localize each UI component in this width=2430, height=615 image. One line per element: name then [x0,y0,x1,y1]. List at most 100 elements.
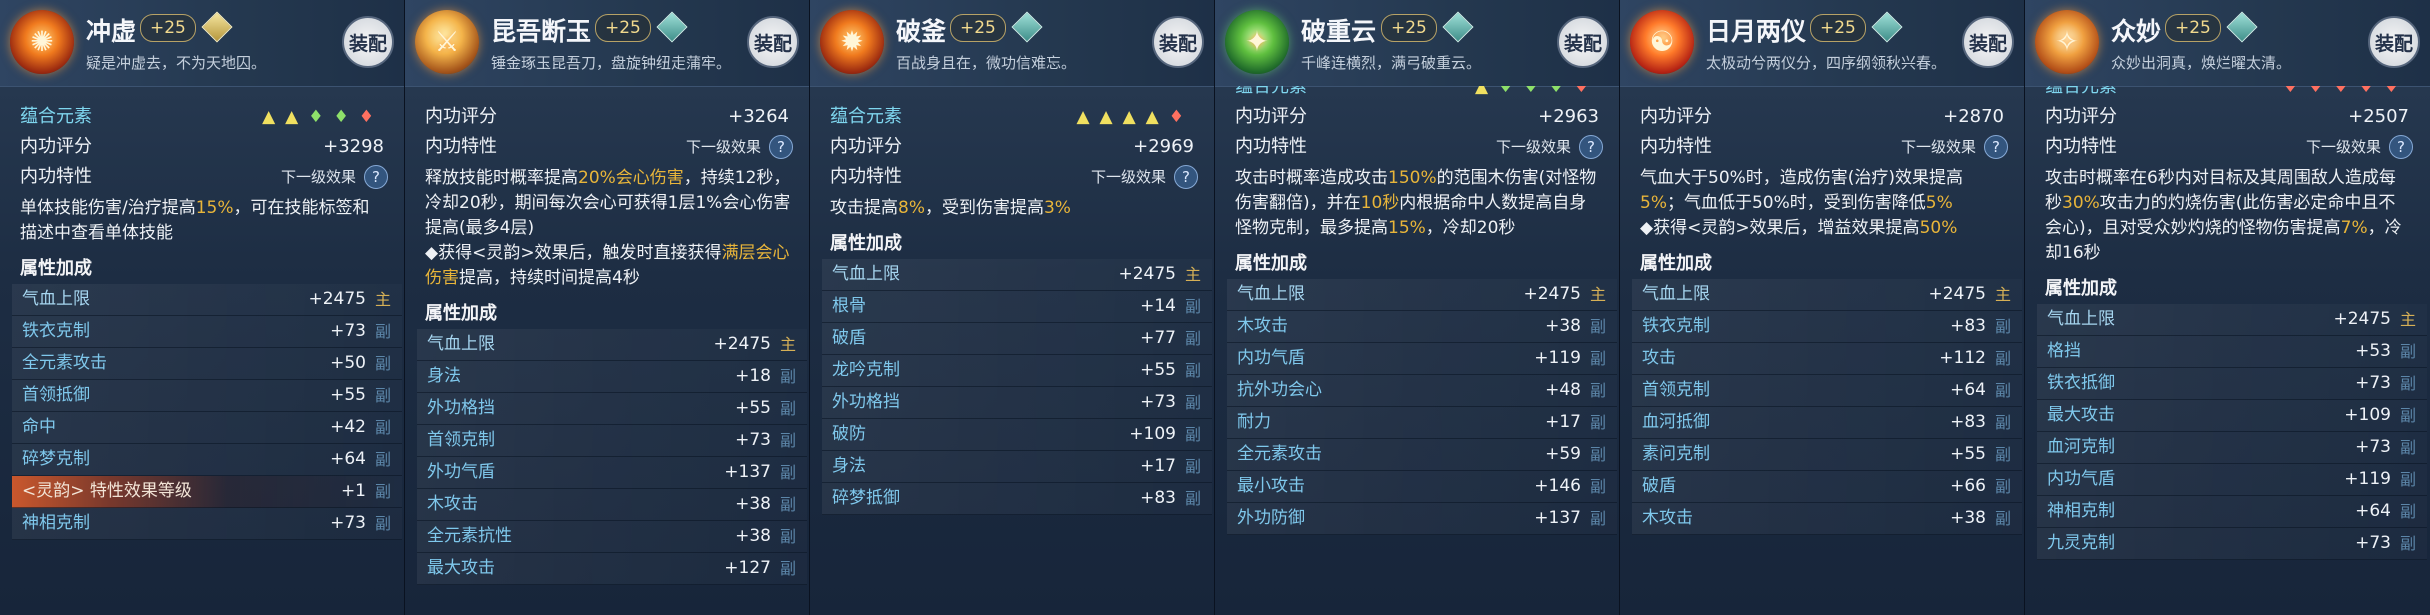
next-effect-link[interactable]: 下一级效果 [281,162,356,192]
attr-row: 身法 +18 副 [417,361,807,393]
desc-highlight: 30% [2062,193,2100,213]
attr-row: 气血上限 +2475 主 [1227,279,1617,311]
help-icon[interactable]: ? [769,135,793,159]
neigong-name: 众妙 [2111,17,2162,46]
attr-tag-main: 主 [1589,285,1606,304]
attr-row: 首领克制 +73 副 [417,425,807,457]
help-icon[interactable]: ? [2389,135,2413,159]
attr-value: +64 [330,449,366,469]
attr-value: +38 [1545,316,1581,336]
attr-name: 身法 [832,456,866,476]
attr-name: 铁衣抵御 [2047,373,2115,393]
attr-tag-sub: 副 [1994,509,2011,528]
trait-description: 攻击时概率造成攻击150%的范围木伤害(对怪物伤害翻倍)，并在10秒内根据命中人… [1235,166,1607,241]
trait-description: 攻击时概率在6秒内对目标及其周围敌人造成每秒30%攻击力的灼烧伤害(此伤害必定命… [2045,166,2417,266]
attr-name: 全元素攻击 [1237,444,1322,464]
neigong-quote: 众妙出洞真，焕烂曜太清。 [2111,54,2292,72]
attr-name: 气血上限 [427,334,495,354]
neigong-icon: ✦ [1225,10,1289,74]
neigong-quote: 太极动兮两仪分，四序纲领秋兴春。 [1706,54,1947,72]
desc-highlight: 5% [1925,193,1953,213]
attr-value: +73 [1140,392,1176,412]
attr-name: 最大攻击 [2047,405,2115,425]
card-header: ✧ 众妙 +25 众妙出洞真，焕烂曜太清。 装配 [2025,0,2430,87]
help-icon[interactable]: ? [364,165,388,189]
desc-highlight: 20%会心伤害 [578,168,684,188]
attr-value: +48 [1545,380,1581,400]
attr-name: 格挡 [2047,341,2081,361]
element-row: 蕴合元素 ▲♦♦♦♦ [1235,86,1607,102]
desc-highlight: 15% [1388,218,1426,238]
attr-name: 身法 [427,366,461,386]
attr-tag-sub: 副 [1589,317,1606,336]
equip-button[interactable]: 装配 [1152,16,1204,68]
trait-label: 内功特性 [2045,136,2117,157]
neigong-quote: 锤金琢玉昆吾刀，盘旋钟纽走蒲牢。 [491,54,732,72]
help-icon[interactable]: ? [1579,135,1603,159]
desc-text: 单体技能伤害/治疗提高 [20,198,196,218]
neigong-icon: ✺ [10,10,74,74]
attr-name: 血河克制 [2047,437,2115,457]
neigong-quote: 千峰连横烈，满弓破重云。 [1301,54,1482,72]
level-badge: +25 [950,14,1006,42]
trait-row: 内功特性 下一级效果 ? [1235,132,1607,162]
attr-tag-sub: 副 [1994,477,2011,496]
attr-row: 铁衣抵御 +73 副 [2037,368,2427,400]
attr-name: 破盾 [832,328,866,348]
desc-highlight: 10秒 [1360,193,1400,213]
trait-row: 内功特性 下一级效果 ? [830,162,1202,192]
attr-row: 气血上限 +2475 主 [417,329,807,361]
attr-name: 耐力 [1237,412,1271,432]
attr-tag-sub: 副 [1184,425,1201,444]
attr-name: 血河抵御 [1642,412,1710,432]
neigong-icon: ✧ [2035,10,2099,74]
attr-value: +83 [1950,316,1986,336]
next-effect-link[interactable]: 下一级效果 [1091,162,1166,192]
equip-button[interactable]: 装配 [2368,16,2420,68]
desc-text: ；气血低于50%时，受到伤害降低 [1666,193,1926,213]
next-effect-link[interactable]: 下一级效果 [1496,132,1571,162]
sun-moon-icon: ☯ [1649,25,1675,58]
next-effect-link[interactable]: 下一级效果 [686,132,761,162]
help-icon[interactable]: ? [1984,135,2008,159]
desc-highlight: 150% [1388,168,1437,188]
attr-value: +2475 [1118,264,1176,284]
attr-section-title: 属性加成 [425,303,497,324]
attr-value: +38 [735,526,771,546]
element-label: 蕴合元素 [2045,86,2117,97]
element-row-clipped: 蕴合元素 ▲♦♦♦♦ [1235,86,1607,102]
attr-name: 全元素攻击 [22,353,107,373]
attr-tag-sub: 副 [2399,342,2416,361]
score-label: 内功评分 [830,136,902,157]
attr-tag-sub: 副 [2399,502,2416,521]
attr-value: +55 [1950,444,1986,464]
attr-row: 身法 +17 副 [822,451,1212,483]
neigong-name: 昆吾断玉 [491,17,592,46]
attr-value: +127 [724,558,771,578]
attr-row: 神相克制 +64 副 [2037,496,2427,528]
attr-tag-sub: 副 [374,482,391,501]
attr-row: 龙吟克制 +55 副 [822,355,1212,387]
equip-button[interactable]: 装配 [747,16,799,68]
attr-value: +119 [1534,348,1581,368]
element-icons: ▲♦♦♦♦ [1474,86,1599,97]
attr-name: 首领克制 [1642,380,1710,400]
equip-button[interactable]: 装配 [1962,16,2014,68]
attr-row: 气血上限 +2475 主 [12,284,402,316]
help-icon[interactable]: ? [1174,165,1198,189]
scroll-icon: ✧ [2055,25,2079,58]
equip-button[interactable]: 装配 [1557,16,1609,68]
attr-row: 木攻击 +38 副 [1227,311,1617,343]
attr-name: 内功气盾 [2047,469,2115,489]
attr-name: 根骨 [832,296,866,316]
score-row: 内功评分 +3264 [425,102,797,132]
next-effect-link[interactable]: 下一级效果 [1901,132,1976,162]
neigong-quote: 疑是冲虚去，不为天地囚。 [86,54,267,72]
neigong-card-pofu: ✹ 破釜 +25 百战身且在，微功信难忘。 装配 蕴合元素 ▲▲▲▲♦ 内功评分… [810,0,1215,615]
attr-row: 外功格挡 +73 副 [822,387,1212,419]
blade-icon: ⚔ [434,25,460,58]
next-effect-link[interactable]: 下一级效果 [2306,132,2381,162]
equip-button[interactable]: 装配 [342,16,394,68]
desc-highlight: 7% [2340,218,2368,238]
attr-row: 木攻击 +38 副 [1632,503,2022,535]
